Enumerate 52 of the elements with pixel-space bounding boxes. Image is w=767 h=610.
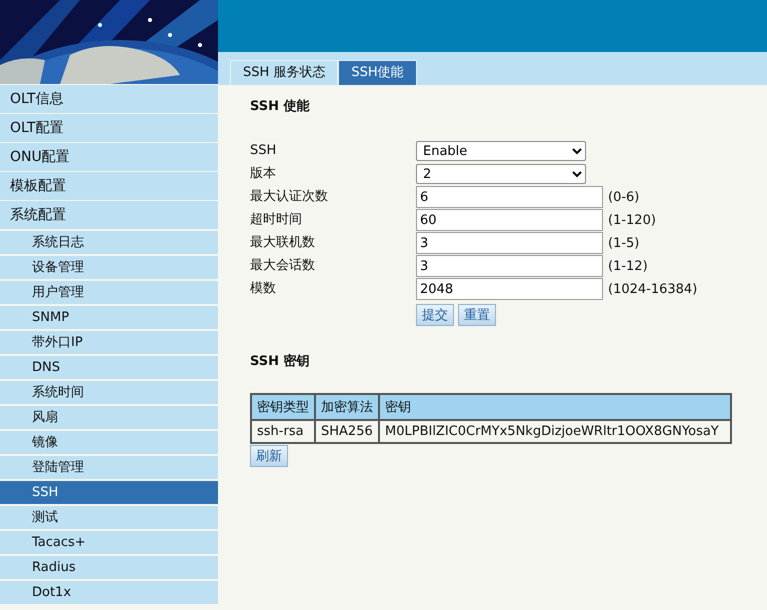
sidebar-item[interactable]: 系统时间 — [0, 381, 218, 404]
sidebar-item[interactable]: 设备管理 — [0, 256, 218, 279]
field-label: 模数 — [250, 280, 277, 298]
dropdown[interactable]: 2 — [416, 164, 586, 184]
input-field[interactable]: 6 — [416, 186, 603, 208]
sidebar-item[interactable]: DNS — [0, 356, 218, 379]
sidebar-item[interactable]: SNMP — [0, 306, 218, 329]
sidebar-item[interactable]: 用户管理 — [0, 281, 218, 304]
sidebar-item[interactable]: OLT配置 — [0, 114, 218, 142]
sidebar-item[interactable]: 系统配置 — [0, 201, 218, 229]
sidebar-item[interactable]: Tacacs+ — [0, 531, 218, 554]
form-button[interactable]: 重置 — [458, 304, 496, 326]
field-label: 最大会话数 — [250, 257, 316, 275]
input-field[interactable]: 3 — [416, 232, 603, 254]
field-label: 版本 — [250, 165, 277, 183]
sidebar-item[interactable]: SSH — [0, 481, 218, 504]
sidebar-item[interactable]: 登陆管理 — [0, 456, 218, 479]
table-cell: M0LPBIlZIC0CrMYx5NkgDizjoeWRltr1OOX8GNYosaY — [379, 420, 731, 443]
dropdown[interactable]: Enable — [416, 141, 586, 161]
form-button[interactable]: 提交 — [416, 304, 454, 326]
tab[interactable]: SSH使能 — [338, 60, 417, 85]
section-title: SSH 使能 — [250, 98, 311, 115]
field-label: 超时时间 — [250, 211, 303, 229]
range-hint: (1-120) — [607, 212, 657, 228]
range-hint: (1-5) — [607, 236, 640, 250]
sidebar-item[interactable]: Dot1x — [0, 581, 218, 604]
range-hint: (0-6) — [607, 190, 640, 204]
table-cell: ssh-rsa — [251, 420, 315, 443]
input-field[interactable]: 2048 — [416, 278, 603, 300]
sidebar-item[interactable]: 测试 — [0, 506, 218, 529]
refresh-button[interactable]: 刷新 — [250, 445, 288, 467]
section-title: SSH 密钥 — [250, 352, 311, 370]
table-cell: SHA256 — [315, 420, 379, 443]
sidebar-item[interactable]: 风扇 — [0, 406, 218, 429]
tab[interactable]: SSH 服务状态 — [230, 60, 338, 85]
column-header: 加密算法 — [315, 394, 379, 420]
sidebar-item[interactable]: 带外口IP — [0, 331, 218, 354]
field-label: SSH — [250, 142, 278, 160]
sidebar-item[interactable]: 系统日志 — [0, 231, 218, 254]
sidebar-item[interactable]: ONU配置 — [0, 143, 218, 171]
column-header: 密钥 — [379, 394, 731, 420]
input-field[interactable]: 60 — [416, 209, 603, 231]
range-hint: (1-12) — [607, 258, 649, 274]
field-label: 最大认证次数 — [250, 188, 329, 206]
range-hint: (1024-16384) — [607, 282, 698, 296]
field-label: 最大联机数 — [250, 234, 316, 252]
sidebar-item[interactable]: 模板配置 — [0, 172, 218, 200]
sidebar-item[interactable]: 镜像 — [0, 431, 218, 454]
input-field[interactable]: 3 — [416, 255, 603, 277]
sidebar-item[interactable]: Radius — [0, 556, 218, 579]
sidebar-item[interactable]: OLT信息 — [0, 85, 218, 113]
column-header: 密钥类型 — [251, 394, 315, 420]
